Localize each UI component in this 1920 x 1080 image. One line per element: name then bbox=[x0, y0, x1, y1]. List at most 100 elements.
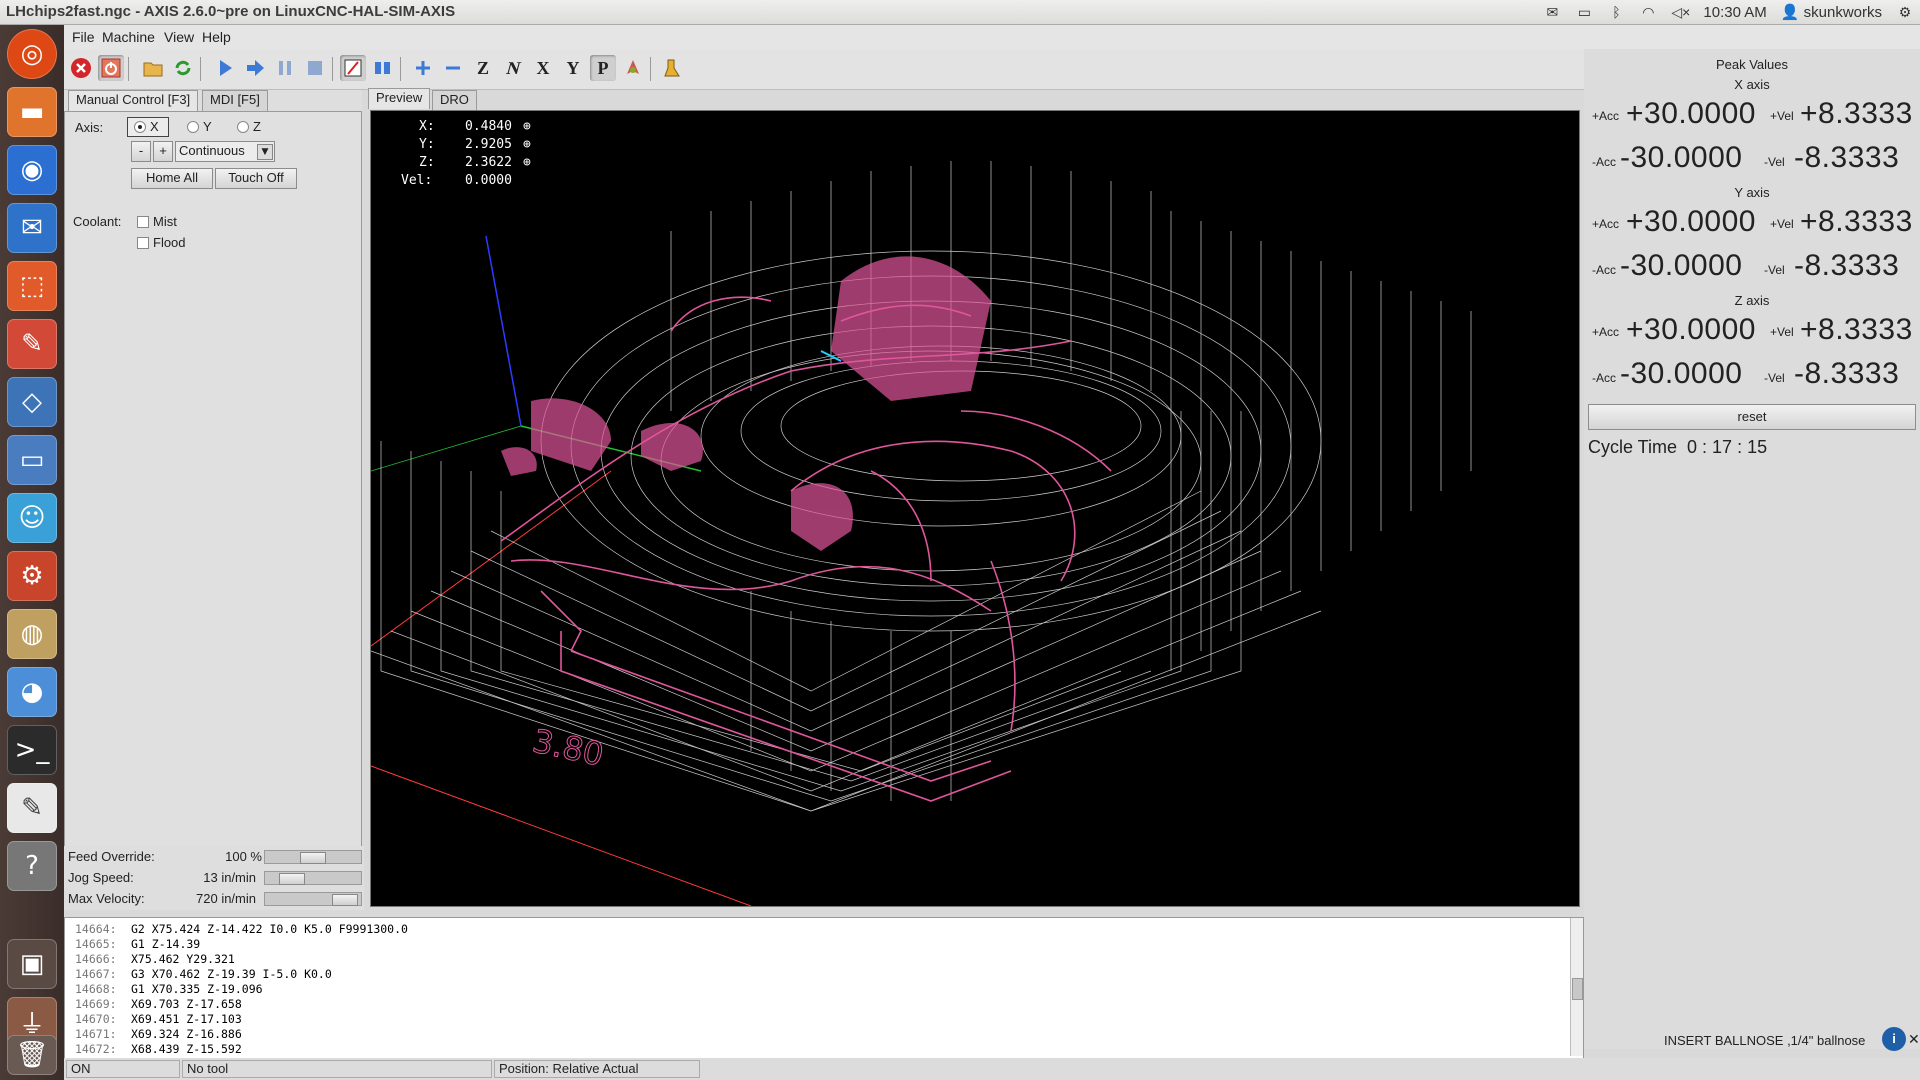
toolpath-plot[interactable]: 3.80 bbox=[371, 111, 1579, 906]
feed-override-slider-knob[interactable] bbox=[300, 852, 326, 864]
neg-acc-label: -Acc bbox=[1592, 371, 1616, 385]
clock[interactable]: 10:30 AM bbox=[1703, 4, 1766, 21]
jog-speed-value: 13 in/min bbox=[203, 870, 256, 885]
stop-program-icon[interactable] bbox=[302, 55, 328, 81]
code-scrollbar[interactable] bbox=[1570, 918, 1583, 1056]
code-line[interactable]: 14672: X68.439 Z-15.592 bbox=[75, 1042, 242, 1056]
menu-view[interactable]: View bbox=[164, 29, 194, 45]
bluetooth-icon[interactable]: ᛒ bbox=[1607, 4, 1625, 20]
user-menu[interactable]: 👤 skunkworks bbox=[1781, 3, 1882, 21]
settings-gear-icon[interactable]: ⚙ bbox=[1896, 4, 1914, 20]
mail-icon[interactable]: ✉ bbox=[1543, 4, 1561, 20]
tab-preview[interactable]: Preview bbox=[368, 88, 431, 109]
code-line[interactable]: 14671: X69.324 Z-16.886 bbox=[75, 1027, 242, 1041]
menu-file[interactable]: File bbox=[72, 29, 95, 45]
jog-speed-slider[interactable] bbox=[264, 871, 362, 885]
block-delete-icon[interactable] bbox=[340, 55, 366, 81]
run-program-icon[interactable] bbox=[212, 55, 238, 81]
feed-override-label: Feed Override: bbox=[68, 849, 155, 864]
chevron-down-icon[interactable]: ▼ bbox=[257, 144, 273, 160]
empathy-icon[interactable]: ☺ bbox=[7, 493, 57, 543]
code-line[interactable]: 14665: G1 Z-14.39 bbox=[75, 937, 200, 951]
files-icon[interactable]: ▬ bbox=[7, 87, 57, 137]
terminal-icon[interactable]: >_ bbox=[7, 725, 57, 775]
zoom-out-icon[interactable] bbox=[440, 55, 466, 81]
view-z-icon[interactable]: Z bbox=[470, 55, 496, 81]
zoom-in-icon[interactable] bbox=[410, 55, 436, 81]
y-pos-vel: +8.3333 bbox=[1800, 205, 1913, 238]
machine-power-icon[interactable] bbox=[98, 55, 124, 81]
view-x-icon[interactable]: X bbox=[530, 55, 556, 81]
home-all-button[interactable]: Home All bbox=[131, 168, 213, 189]
scrollbar-thumb[interactable] bbox=[1572, 978, 1583, 1000]
reset-button[interactable]: reset bbox=[1588, 404, 1916, 430]
tab-dro[interactable]: DRO bbox=[432, 90, 477, 111]
axis-y-radio[interactable] bbox=[187, 121, 199, 133]
jog-speed-slider-knob[interactable] bbox=[279, 873, 305, 885]
disk-utility-icon[interactable]: ◍ bbox=[7, 609, 57, 659]
menu-help[interactable]: Help bbox=[202, 29, 231, 45]
info-icon[interactable]: i bbox=[1882, 1027, 1906, 1051]
homed-icon: ⊕ bbox=[523, 119, 531, 134]
volume-muted-icon[interactable]: ◁× bbox=[1671, 4, 1690, 20]
reload-icon[interactable] bbox=[170, 55, 196, 81]
code-line[interactable]: 14669: X69.703 Z-17.658 bbox=[75, 997, 242, 1011]
max-velocity-slider-knob[interactable] bbox=[332, 894, 358, 906]
step-program-icon[interactable] bbox=[242, 55, 268, 81]
code-line[interactable]: 14664: G2 X75.424 Z-14.422 I0.0 K5.0 F999… bbox=[75, 922, 408, 936]
x-pos-vel: +8.3333 bbox=[1800, 97, 1913, 130]
estop-icon[interactable] bbox=[68, 55, 94, 81]
clear-backplot-icon[interactable] bbox=[660, 55, 686, 81]
firefox-icon[interactable]: ◉ bbox=[7, 145, 57, 195]
jog-plus-button[interactable]: + bbox=[153, 141, 173, 162]
peak-values-panel: Peak Values X axis +Acc +30.0000 +Vel +8… bbox=[1584, 49, 1920, 1051]
system-tools-icon[interactable]: ✎ bbox=[7, 319, 57, 369]
flood-checkbox[interactable] bbox=[137, 237, 149, 249]
chromium-icon[interactable]: ◕ bbox=[7, 667, 57, 717]
optional-stop-icon[interactable] bbox=[370, 55, 396, 81]
code-line[interactable]: 14666: X75.462 Y29.321 bbox=[75, 952, 235, 966]
virtualbox-icon[interactable]: ◇ bbox=[7, 377, 57, 427]
system-settings-icon[interactable]: ⚙ bbox=[7, 551, 57, 601]
battery-icon[interactable]: ▭ bbox=[1575, 4, 1593, 20]
view-y-icon[interactable]: Y bbox=[560, 55, 586, 81]
gcode-listing[interactable]: 14664: G2 X75.424 Z-14.422 I0.0 K5.0 F999… bbox=[64, 917, 1584, 1059]
rotate-view-icon[interactable] bbox=[620, 55, 646, 81]
tab-mdi[interactable]: MDI [F5] bbox=[202, 90, 268, 111]
axis-x-radio-frame[interactable]: X bbox=[127, 117, 169, 137]
line-number: 14671: bbox=[75, 1027, 117, 1041]
axis-x-radio[interactable] bbox=[134, 121, 146, 133]
help-icon[interactable]: ? bbox=[7, 841, 57, 891]
open-file-icon[interactable] bbox=[140, 55, 166, 81]
software-center-icon[interactable]: ⬚ bbox=[7, 261, 57, 311]
menu-bar: File Machine View Help bbox=[64, 25, 1920, 49]
launcher: ◎ ▬ ◉ ✉ ⬚ ✎ ◇ ▭ ☺ ⚙ ◍ ◕ >_ ✎ ? ▣ ⏚ 🗑 bbox=[0, 25, 64, 1080]
jog-minus-button[interactable]: - bbox=[131, 141, 151, 162]
dash-home-icon[interactable]: ◎ bbox=[7, 29, 57, 79]
pause-program-icon[interactable] bbox=[272, 55, 298, 81]
tab-manual-control[interactable]: Manual Control [F3] bbox=[68, 90, 199, 111]
menu-machine[interactable]: Machine bbox=[102, 29, 155, 45]
code-line[interactable]: 14667: G3 X70.462 Z-19.39 I-5.0 K0.0 bbox=[75, 967, 332, 981]
x-neg-row: -Acc -30.0000 -Vel -8.3333 bbox=[1588, 141, 1920, 181]
wifi-icon[interactable]: ◠ bbox=[1639, 4, 1657, 20]
view-perspective-icon[interactable]: P bbox=[590, 55, 616, 81]
trash-icon[interactable]: 🗑 bbox=[7, 1035, 57, 1075]
text-editor-icon[interactable]: ✎ bbox=[7, 783, 57, 833]
thunderbird-icon[interactable]: ✉ bbox=[7, 203, 57, 253]
remote-desktop-icon[interactable]: ▭ bbox=[7, 435, 57, 485]
max-velocity-slider[interactable] bbox=[264, 892, 362, 906]
z-pos-acc: +30.0000 bbox=[1626, 313, 1756, 346]
toolpath-preview[interactable]: 3.80 X: 0.4840 Y: 2.9205 Z: 2.3622 Vel: … bbox=[370, 110, 1580, 907]
jog-increment-select[interactable]: Continuous ▼ bbox=[175, 141, 275, 162]
code-line[interactable]: 14670: X69.451 Z-17.103 bbox=[75, 1012, 242, 1026]
axis-z-radio[interactable] bbox=[237, 121, 249, 133]
touch-off-button[interactable]: Touch Off bbox=[215, 168, 297, 189]
mist-checkbox[interactable] bbox=[137, 216, 149, 228]
view-z2-icon[interactable]: N bbox=[500, 55, 526, 81]
close-icon[interactable]: ✕ bbox=[1908, 1031, 1920, 1048]
feed-override-slider[interactable] bbox=[264, 850, 362, 864]
line-number: 14666: bbox=[75, 952, 117, 966]
code-line[interactable]: 14668: G1 X70.335 Z-19.096 bbox=[75, 982, 263, 996]
workspace-switcher-icon[interactable]: ▣ bbox=[7, 939, 57, 989]
